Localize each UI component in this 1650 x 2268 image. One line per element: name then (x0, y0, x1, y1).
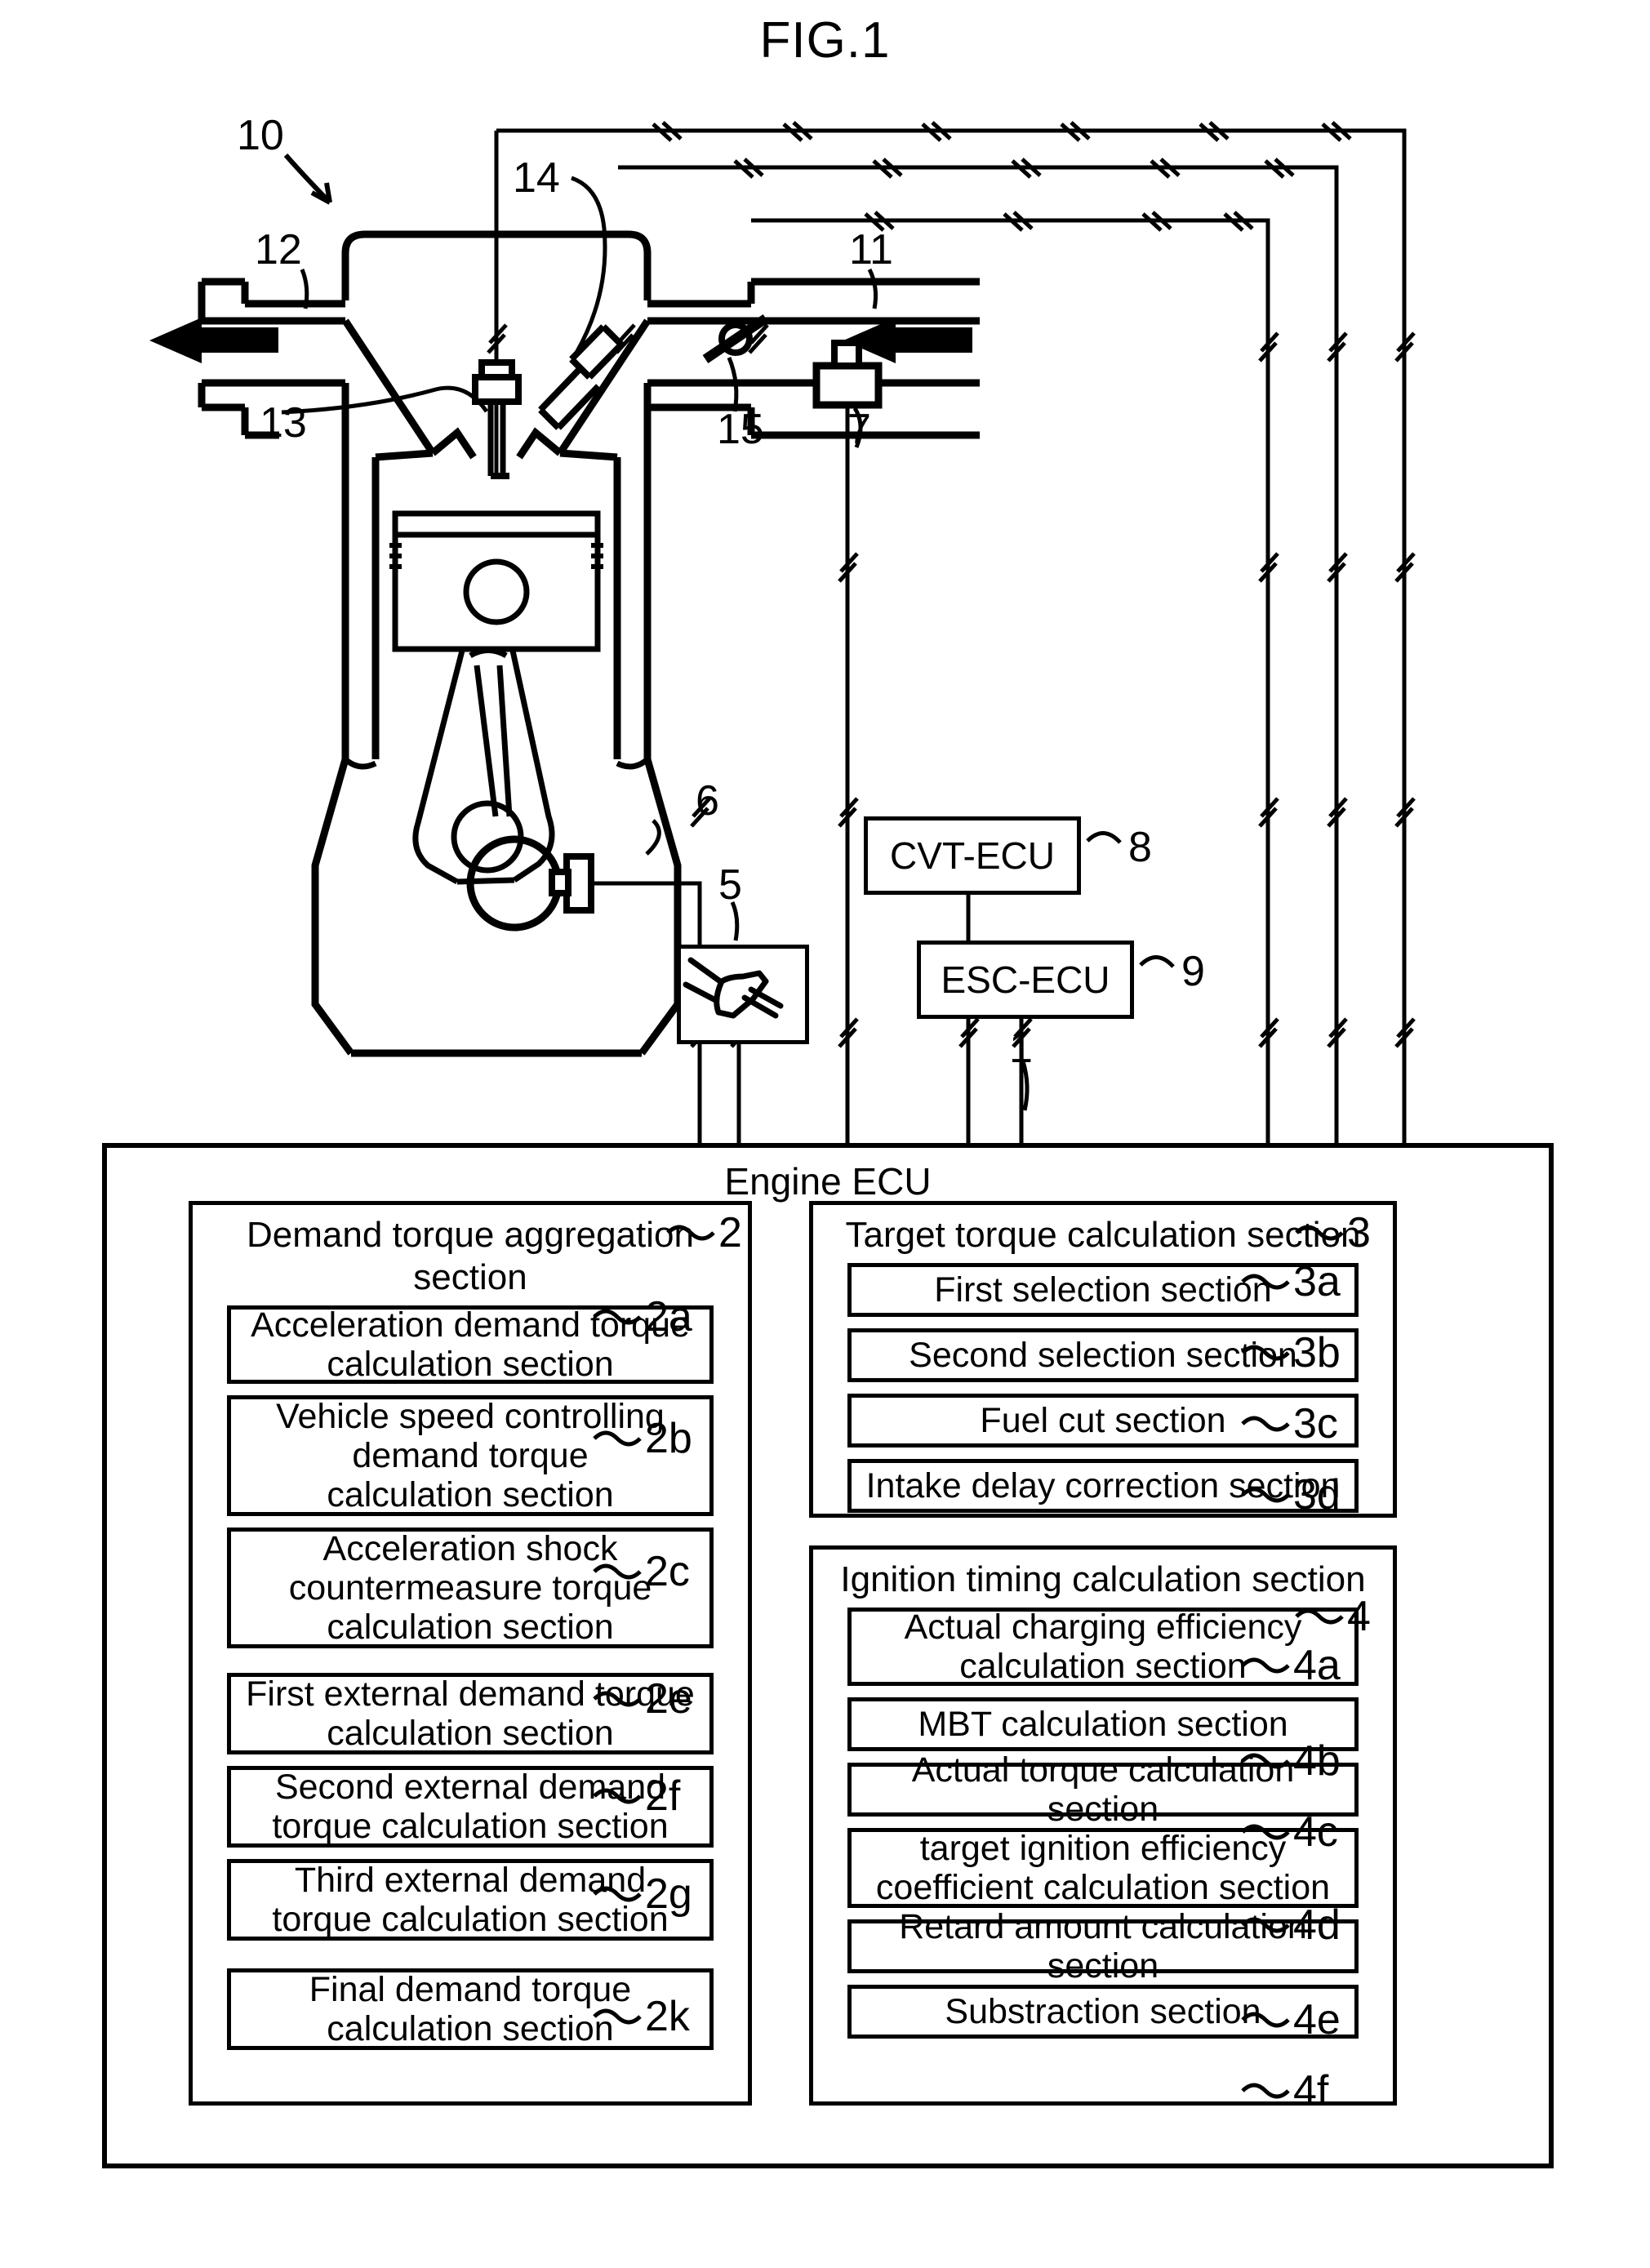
tag-3c: 3c (1293, 1400, 1338, 1448)
item-4c-label: Actual torque calculation section (911, 1750, 1295, 1829)
callout-5: 5 (718, 861, 742, 909)
tag-4f: 4f (1293, 2067, 1329, 2115)
tag-4e: 4e (1293, 1996, 1341, 2043)
tag-4: 4 (1347, 1593, 1371, 1640)
item-4a-label: Actual charging efficiency calculation se… (904, 1608, 1302, 1686)
item-4a[interactable]: Actual charging efficiency calculation se… (847, 1608, 1359, 1686)
item-3a-label: First selection section (934, 1270, 1272, 1310)
callout-6: 6 (696, 777, 719, 825)
group-title-3: Target torque calculation section (845, 1215, 1361, 1255)
callout-7: 7 (847, 406, 871, 453)
callout-1: 1 (1009, 1025, 1033, 1072)
item-4e-label: Retard amount calculation section (899, 1907, 1307, 1986)
tag-4d: 4d (1293, 1901, 1341, 1949)
callout-10: 10 (237, 112, 284, 159)
tag-2e: 2e (645, 1675, 692, 1723)
item-2a-label: Acceleration demand torque calculation se… (251, 1305, 690, 1384)
item-2c[interactable]: Acceleration shock countermeasure torque c… (227, 1528, 714, 1648)
item-2b[interactable]: Vehicle speed controlling demand torque ca… (227, 1395, 714, 1516)
figure-title: FIG.1 (759, 12, 891, 69)
item-4f[interactable]: Substraction section (847, 1985, 1359, 2039)
item-2c-label: Acceleration shock countermeasure torque c… (288, 1529, 652, 1647)
item-4c[interactable]: Actual torque calculation section (847, 1750, 1359, 1829)
item-2b-label: Vehicle speed controlling demand torque ca… (276, 1397, 665, 1514)
tag-2f: 2f (645, 1772, 681, 1820)
cvt-ecu-label: CVT-ECU (890, 834, 1055, 877)
accelerator-pedal-box (677, 945, 809, 1044)
cvt-ecu-box: CVT-ECU (864, 816, 1081, 895)
item-2a[interactable]: Acceleration demand torque calculation se… (227, 1305, 714, 1384)
group-title-2: Demand torque aggregation section (247, 1215, 694, 1297)
item-4b[interactable]: MBT calculation section (847, 1697, 1359, 1751)
tag-2k: 2k (645, 1993, 690, 2040)
tag-4b: 4b (1293, 1737, 1341, 1785)
item-4e[interactable]: Retard amount calculation section (847, 1907, 1359, 1986)
item-3b-label: Second selection section (909, 1336, 1297, 1375)
tag-3d: 3d (1293, 1471, 1341, 1519)
item-3a[interactable]: First selection section (847, 1263, 1359, 1317)
engine-ecu-title: Engine ECU (724, 1160, 932, 1203)
item-4b-label: MBT calculation section (918, 1705, 1288, 1744)
tag-3: 3 (1347, 1209, 1371, 1256)
item-3b[interactable]: Second selection section (847, 1328, 1359, 1382)
esc-ecu-box: ESC-ECU (917, 941, 1134, 1019)
tag-2: 2 (718, 1209, 742, 1256)
callout-15: 15 (717, 406, 764, 453)
item-2g[interactable]: Third external demand torque calculation … (227, 1859, 714, 1941)
tag-4c: 4c (1293, 1808, 1338, 1856)
item-2k-label: Final demand torque calculation section (309, 1970, 632, 2048)
callout-11: 11 (849, 226, 893, 273)
tag-4a: 4a (1293, 1642, 1341, 1689)
tag-3b: 3b (1293, 1329, 1341, 1376)
item-2f[interactable]: Second external demand torque calculation… (227, 1766, 714, 1848)
item-3d-label: Intake delay correction section (865, 1466, 1341, 1505)
callout-9: 9 (1181, 948, 1205, 995)
tag-3a: 3a (1293, 1258, 1341, 1305)
tag-2b: 2b (645, 1415, 692, 1462)
item-2g-label: Third external demand torque calculation … (272, 1861, 669, 1939)
item-2e-label: First external demand torque calculation … (246, 1674, 695, 1753)
tag-2c: 2c (645, 1548, 690, 1595)
group-title-4: Ignition timing calculation section (840, 1559, 1366, 1599)
item-2k[interactable]: Final demand torque calculation section (227, 1968, 714, 2050)
item-3c-label: Fuel cut section (980, 1401, 1226, 1440)
tag-2a: 2a (645, 1293, 692, 1341)
callout-14: 14 (513, 154, 560, 202)
item-4d[interactable]: target ignition efficiency coefficient ca… (847, 1828, 1359, 1908)
item-2f-label: Second external demand torque calculation… (272, 1768, 669, 1846)
tag-2g: 2g (645, 1870, 692, 1918)
callout-8: 8 (1128, 824, 1152, 871)
item-3d[interactable]: Intake delay correction section (847, 1459, 1359, 1513)
item-4f-label: Substraction section (945, 1992, 1261, 2031)
item-2e[interactable]: First external demand torque calculation … (227, 1673, 714, 1754)
item-3c[interactable]: Fuel cut section (847, 1394, 1359, 1448)
esc-ecu-label: ESC-ECU (941, 958, 1110, 1001)
callout-13: 13 (260, 399, 307, 447)
accelerator-pedal-icon (683, 957, 784, 1019)
item-4d-label: target ignition efficiency coefficient ca… (875, 1829, 1331, 1907)
callout-12: 12 (255, 226, 302, 273)
